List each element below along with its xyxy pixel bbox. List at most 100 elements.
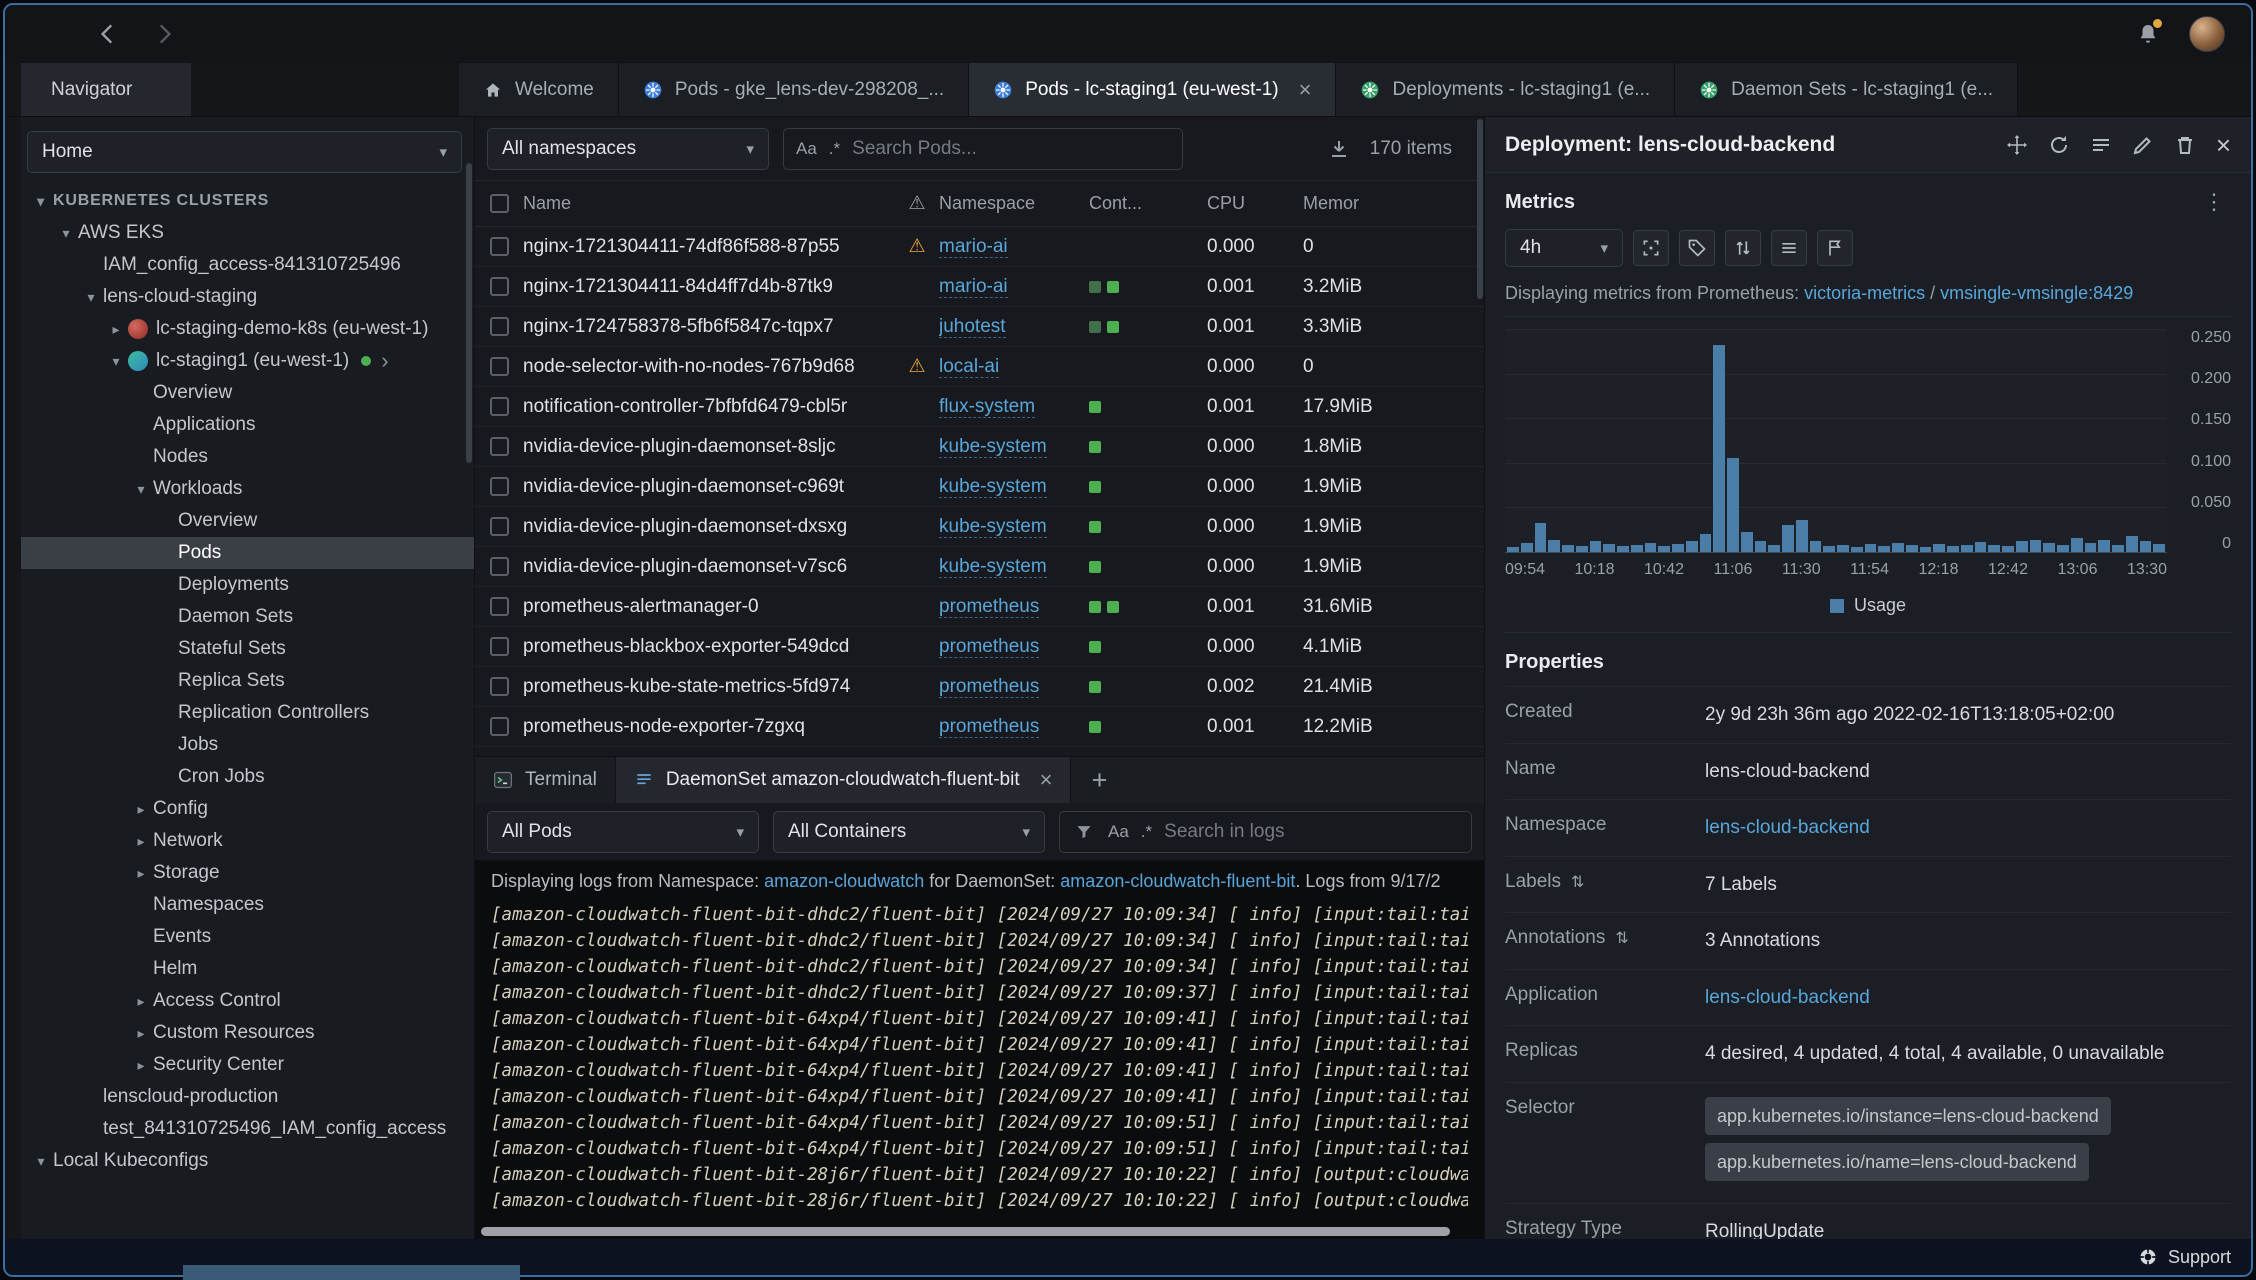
row-checkbox[interactable] — [489, 357, 509, 376]
tree-item-stateful-sets[interactable]: Stateful Sets — [21, 633, 474, 665]
regex-icon[interactable]: .* — [1141, 822, 1152, 842]
tree-item-lens-cloud-staging[interactable]: ▾ lens-cloud-staging — [21, 281, 474, 313]
tree-item-workloads[interactable]: ▾ Workloads — [21, 473, 474, 505]
namespace-link[interactable]: flux-system — [939, 395, 1036, 418]
pod-row-nginx-1721304411-74df86f588-87p55[interactable]: nginx-1721304411-74df86f588-87p55 ⚠ mario-… — [475, 227, 1484, 267]
pod-row-prometheus-kube-state-metrics-5fd974[interactable]: prometheus-kube-state-metrics-5fd974 prom… — [475, 667, 1484, 707]
close-drawer-icon[interactable]: × — [2216, 132, 2231, 158]
namespace-link[interactable]: kube-system — [939, 475, 1047, 498]
row-checkbox[interactable] — [489, 437, 509, 456]
sort-toggle-icon[interactable]: ⇅ — [1615, 928, 1628, 948]
column-containers[interactable]: Cont... — [1089, 193, 1207, 214]
metrics-menu-icon[interactable]: ⋮ — [2197, 189, 2231, 215]
funnel-filter-icon[interactable] — [1072, 820, 1096, 844]
namespace-link[interactable]: prometheus — [939, 675, 1040, 698]
tree-item-replica-sets[interactable]: Replica Sets — [21, 665, 474, 697]
pod-row-notification-controller-7bfbfd6479-cbl5r[interactable]: notification-controller-7bfbfd6479-cbl5r… — [475, 387, 1484, 427]
column-name[interactable]: Name — [523, 193, 895, 214]
sidebar-scrollbar[interactable] — [466, 163, 472, 463]
tree-item-events[interactable]: Events — [21, 921, 474, 953]
tree-item-local-kubeconfigs[interactable]: ▾ Local Kubeconfigs — [21, 1145, 474, 1177]
tree-item-aws-eks[interactable]: ▾ AWS EKS — [21, 217, 474, 249]
tree-item-overview[interactable]: Overview — [21, 377, 474, 409]
row-checkbox[interactable] — [489, 477, 509, 496]
edit-pencil-icon[interactable] — [2126, 128, 2160, 162]
namespace-filter-select[interactable]: All namespaces ▾ — [487, 127, 769, 170]
legend-rows-icon[interactable] — [1771, 230, 1807, 266]
tab-welcome[interactable]: Welcome — [459, 63, 619, 116]
tree-item-nodes[interactable]: Nodes — [21, 441, 474, 473]
tree-item-test-841310725496-iam-config-access[interactable]: test_841310725496_IAM_config_access — [21, 1113, 474, 1145]
row-checkbox[interactable] — [489, 517, 509, 536]
tree-item-daemon-sets[interactable]: Daemon Sets — [21, 601, 474, 633]
navigator-header[interactable]: Navigator — [21, 63, 191, 116]
pod-row-nvidia-device-plugin-daemonset-8sljc[interactable]: nvidia-device-plugin-daemonset-8sljc kube… — [475, 427, 1484, 467]
tree-item-cron-jobs[interactable]: Cron Jobs — [21, 761, 474, 793]
container-filter-select[interactable]: All Containers ▾ — [773, 810, 1045, 853]
tree-item-iam-config-access-841310725496[interactable]: IAM_config_access-841310725496 — [21, 249, 474, 281]
tree-item-lc-staging-demo-k8s-eu-west-1[interactable]: ▸ lc-staging-demo-k8s (eu-west-1) — [21, 313, 474, 345]
namespace-link[interactable]: mario-ai — [939, 275, 1008, 298]
flag-icon[interactable] — [1817, 230, 1853, 266]
crosshair-icon[interactable] — [1633, 230, 1669, 266]
namespace-link[interactable]: prometheus — [939, 715, 1040, 738]
close-tab-icon[interactable]: × — [1299, 78, 1312, 101]
row-checkbox[interactable] — [489, 597, 509, 616]
download-icon[interactable] — [1322, 132, 1356, 166]
row-checkbox[interactable] — [489, 397, 509, 416]
regex-icon[interactable]: .* — [829, 139, 840, 159]
refresh-icon[interactable] — [2042, 128, 2076, 162]
row-checkbox[interactable] — [489, 277, 509, 296]
namespace-link[interactable]: prometheus — [939, 635, 1040, 658]
pod-row-prometheus-alertmanager-0[interactable]: prometheus-alertmanager-0 prometheus 0.001… — [475, 587, 1484, 627]
namespace-link[interactable]: kube-system — [939, 435, 1047, 458]
tree-item-applications[interactable]: Applications — [21, 409, 474, 441]
row-checkbox[interactable] — [489, 677, 509, 696]
tree-item-custom-resources[interactable]: ▸ Custom Resources — [21, 1017, 474, 1049]
tree-item-replication-controllers[interactable]: Replication Controllers — [21, 697, 474, 729]
column-cpu[interactable]: CPU — [1207, 193, 1303, 214]
back-button[interactable] — [93, 19, 123, 49]
pod-row-node-selector-with-no-nodes-767b9d68[interactable]: node-selector-with-no-nodes-767b9d68 ⚠ loc… — [475, 347, 1484, 387]
close-dock-tab-icon[interactable]: × — [1040, 769, 1053, 791]
logs-horizontal-scrollbar[interactable] — [481, 1227, 1450, 1236]
match-case-icon[interactable]: Aa — [1108, 822, 1129, 842]
user-avatar[interactable] — [2189, 16, 2225, 52]
match-case-icon[interactable]: Aa — [796, 139, 817, 159]
pod-row-prometheus-node-exporter-7zgxq[interactable]: prometheus-node-exporter-7zgxq prometheus… — [475, 707, 1484, 747]
pod-row-prometheus-blackbox-exporter-549dcd[interactable]: prometheus-blackbox-exporter-549dcd prome… — [475, 627, 1484, 667]
tree-item-lenscloud-production[interactable]: lenscloud-production — [21, 1081, 474, 1113]
column-memory[interactable]: Memor — [1303, 193, 1484, 214]
namespace-link[interactable]: kube-system — [939, 555, 1047, 578]
tree-item-lc-staging1-eu-west-1[interactable]: ▾ lc-staging1 (eu-west-1) › — [21, 345, 474, 377]
property-link[interactable]: lens-cloud-backend — [1705, 817, 1870, 838]
tree-item-access-control[interactable]: ▸ Access Control — [21, 985, 474, 1017]
namespace-link[interactable]: kube-system — [939, 515, 1047, 538]
table-scrollbar[interactable] — [1477, 119, 1483, 299]
pod-filter-select[interactable]: All Pods ▾ — [487, 810, 759, 853]
property-link[interactable]: lens-cloud-backend — [1705, 987, 1870, 1008]
tag-icon[interactable] — [1679, 230, 1715, 266]
pod-row-nginx-1724758378-5fb6f5847c-tqpx7[interactable]: nginx-1724758378-5fb6f5847c-tqpx7 juhotes… — [475, 307, 1484, 347]
new-dock-tab-button[interactable]: + — [1071, 757, 1127, 803]
catalog-select[interactable]: Home ▾ — [27, 131, 462, 173]
notifications-bell-icon[interactable] — [2133, 19, 2163, 49]
select-all-checkbox[interactable] — [489, 194, 509, 213]
tab-deployments-lc-staging1-e[interactable]: Deployments - lc-staging1 (e... — [1336, 63, 1676, 116]
namespace-link[interactable]: local-ai — [939, 355, 1000, 378]
tree-item-security-center[interactable]: ▸ Security Center — [21, 1049, 474, 1081]
namespace-link[interactable]: mario-ai — [939, 235, 1008, 258]
tree-item-storage[interactable]: ▸ Storage — [21, 857, 474, 889]
dock-tab-terminal[interactable]: Terminal — [475, 757, 616, 803]
tab-pods-lc-staging1-eu-west-1[interactable]: Pods - lc-staging1 (eu-west-1) × — [969, 63, 1337, 116]
tab-daemon-sets-lc-staging1-e[interactable]: Daemon Sets - lc-staging1 (e... — [1675, 63, 2019, 116]
logs-daemonset-link[interactable]: amazon-cloudwatch-fluent-bit — [1060, 871, 1295, 891]
swap-vertical-icon[interactable] — [1725, 230, 1761, 266]
pods-search-input[interactable] — [852, 137, 1170, 160]
row-checkbox[interactable] — [489, 317, 509, 336]
namespace-link[interactable]: prometheus — [939, 595, 1040, 618]
row-checkbox[interactable] — [489, 557, 509, 576]
tab-pods-gke-lens-dev-298208[interactable]: Pods - gke_lens-dev-298208_... — [618, 63, 970, 116]
tree-item-jobs[interactable]: Jobs — [21, 729, 474, 761]
tree-item-overview[interactable]: Overview — [21, 505, 474, 537]
